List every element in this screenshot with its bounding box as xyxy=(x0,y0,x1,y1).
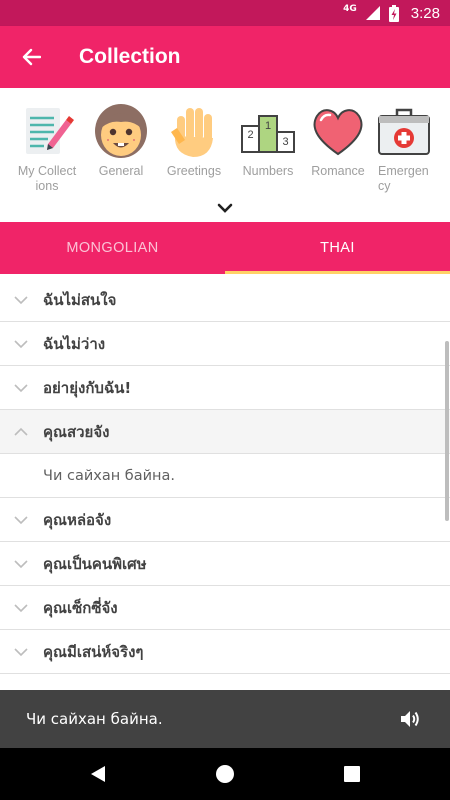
waving-hand-icon xyxy=(171,108,213,157)
phrase-list[interactable]: ฉันไม่สนใจ ฉันไม่ว่าง อย่ายุ่งกับฉัน! คุ… xyxy=(0,278,450,690)
phrase-text: อย่ายุ่งกับฉัน! xyxy=(43,378,132,397)
tab-mongolian[interactable]: MONGOLIAN xyxy=(0,222,225,274)
chevron-down-icon[interactable] xyxy=(215,201,235,215)
scrollbar[interactable] xyxy=(445,341,449,521)
list-item[interactable]: คุณเซ็กซี่จัง xyxy=(0,586,450,630)
category-label: Numbers xyxy=(242,164,294,178)
category-label: Romance xyxy=(311,164,365,178)
page-title: Collection xyxy=(79,45,181,68)
phrase-text: ฉันไม่สนใจ xyxy=(43,290,117,309)
now-playing-text: Чи сайхан байна. xyxy=(26,710,163,728)
phrase-text: คุณเซ็กซี่จัง xyxy=(43,598,118,617)
category-label: Emergen cy xyxy=(378,164,429,193)
list-item[interactable]: ฉันไม่ว่าง xyxy=(0,322,450,366)
app-bar: Collection xyxy=(0,26,450,88)
arrow-back-icon xyxy=(22,48,41,66)
chevron-down-icon xyxy=(14,384,28,393)
chevron-down-icon xyxy=(14,560,28,569)
status-bar: 4G 3:28 xyxy=(0,0,450,26)
network-type: 4G xyxy=(343,4,357,14)
back-button[interactable] xyxy=(0,26,62,88)
list-item-expanded[interactable]: คุณสวยจัง xyxy=(0,410,450,454)
list-item[interactable]: คุณมีเสน่ห์จริงๆ xyxy=(0,630,450,674)
category-my-collections[interactable]: My Collect ions xyxy=(10,102,84,194)
svg-text:2: 2 xyxy=(247,129,253,141)
language-tabs: MONGOLIAN THAI xyxy=(0,222,450,274)
category-label: Greetings xyxy=(166,164,222,178)
tab-thai[interactable]: THAI xyxy=(225,222,450,274)
list-item[interactable]: อย่ายุ่งกับฉัน! xyxy=(0,366,450,410)
translation-row[interactable]: Чи сайхан байна. xyxy=(0,454,450,498)
phrase-text: คุณมีเสน่ห์จริงๆ xyxy=(43,642,144,661)
nav-back-icon[interactable] xyxy=(86,762,110,786)
list-item[interactable]: ฉันไม่สนใจ xyxy=(0,278,450,322)
chevron-down-icon xyxy=(14,604,28,613)
audio-player-bar: Чи сайхан байна. xyxy=(0,690,450,748)
chevron-down-icon xyxy=(14,516,28,525)
category-label: General xyxy=(98,164,144,178)
category-romance[interactable]: Romance xyxy=(301,102,375,179)
girl-face-icon xyxy=(95,104,147,158)
heart-icon xyxy=(313,109,363,156)
notepad-icon xyxy=(26,108,74,154)
translation-text: Чи сайхан байна. xyxy=(43,467,176,484)
chevron-down-icon xyxy=(14,648,28,657)
nav-home-icon[interactable] xyxy=(213,762,237,786)
phrase-text: คุณเป็นคนพิเศษ xyxy=(43,554,147,573)
chevron-down-icon xyxy=(14,296,28,305)
phrase-text: ฉันไม่ว่าง xyxy=(43,334,106,353)
category-label: My Collect ions xyxy=(17,164,77,193)
clock: 3:28 xyxy=(410,4,440,22)
nav-recents-icon[interactable] xyxy=(340,762,364,786)
category-emergency[interactable]: Emergen cy xyxy=(369,102,439,194)
phrase-text: คุณหล่อจัง xyxy=(43,510,112,529)
chevron-up-icon xyxy=(14,427,28,436)
list-item[interactable]: คุณหล่อจัง xyxy=(0,498,450,542)
first-aid-kit-icon xyxy=(378,108,430,155)
category-greetings[interactable]: Greetings xyxy=(157,102,231,179)
category-general[interactable]: General xyxy=(84,102,158,179)
svg-text:1: 1 xyxy=(265,120,271,132)
phrase-text: คุณสวยจัง xyxy=(43,422,110,441)
signal-icon xyxy=(365,6,380,20)
system-nav-bar xyxy=(0,748,450,800)
volume-icon[interactable] xyxy=(398,707,422,731)
podium-icon: 1 2 3 xyxy=(241,115,295,153)
svg-text:3: 3 xyxy=(282,136,288,148)
battery-icon xyxy=(388,4,399,22)
list-item[interactable]: คุณเป็นคนพิเศษ xyxy=(0,542,450,586)
category-numbers[interactable]: 1 2 3 Numbers xyxy=(231,102,305,179)
chevron-down-icon xyxy=(14,340,28,349)
category-strip: My Collect ions General Greetings 1 2 3 … xyxy=(0,88,450,222)
